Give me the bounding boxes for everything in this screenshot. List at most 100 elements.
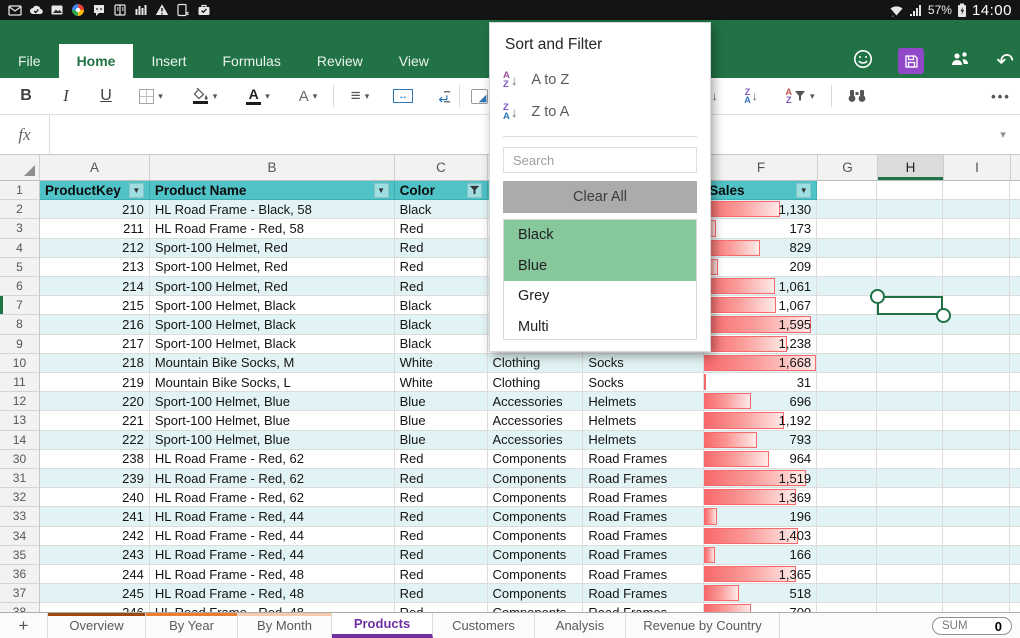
cell[interactable] <box>817 469 877 488</box>
cell-subcategory[interactable]: Helmets <box>583 411 704 430</box>
cell-sales[interactable]: 1,130 <box>704 200 817 219</box>
cell[interactable] <box>817 546 877 565</box>
filter-button[interactable]: AZ▾ <box>772 78 828 114</box>
column-header-G[interactable]: G <box>818 155 878 181</box>
row-header-36[interactable]: 36 <box>0 565 40 584</box>
underline-button[interactable]: U <box>88 78 124 114</box>
cell[interactable] <box>943 507 1010 526</box>
cell[interactable] <box>817 392 877 411</box>
cell[interactable] <box>877 411 943 430</box>
cell[interactable] <box>943 469 1010 488</box>
cell[interactable] <box>877 315 943 334</box>
cell[interactable] <box>943 200 1010 219</box>
cell-product-name[interactable]: Sport-100 Helmet, Red <box>150 239 395 258</box>
cell-color[interactable]: Red <box>395 488 488 507</box>
cell-productkey[interactable]: 244 <box>40 565 150 584</box>
cell-color[interactable]: Black <box>395 296 488 315</box>
cell-productkey[interactable]: 240 <box>40 488 150 507</box>
cell[interactable] <box>943 565 1010 584</box>
filter-item-black[interactable]: Black <box>504 220 696 251</box>
cell[interactable] <box>877 258 943 277</box>
cell-sales[interactable]: 964 <box>704 450 817 469</box>
cell[interactable] <box>943 546 1010 565</box>
cell-color[interactable]: Red <box>395 546 488 565</box>
sheet-tab-by-month[interactable]: By Month <box>238 613 332 638</box>
cell-color[interactable]: Red <box>395 450 488 469</box>
row-header-6[interactable]: 6 <box>0 277 40 296</box>
cell-sales[interactable]: 518 <box>704 584 817 603</box>
row-header-8[interactable]: 8 <box>0 315 40 334</box>
cell-subcategory[interactable]: Socks <box>583 354 704 373</box>
cell-product-name[interactable]: HL Road Frame - Red, 48 <box>150 584 395 603</box>
cell-subcategory[interactable]: Road Frames <box>583 603 704 612</box>
cell-product-name[interactable]: Sport-100 Helmet, Blue <box>150 392 395 411</box>
cell-category[interactable]: Components <box>488 527 584 546</box>
cell[interactable] <box>877 565 943 584</box>
row-header-5[interactable]: 5 <box>0 258 40 277</box>
ribbon-tab-view[interactable]: View <box>381 44 447 78</box>
sort-a-to-z-option[interactable]: AZ↓ A to Z <box>503 64 697 96</box>
row-header-13[interactable]: 13 <box>0 411 40 430</box>
cell-category[interactable]: Clothing <box>488 354 584 373</box>
cell-category[interactable]: Components <box>488 488 584 507</box>
cell-selection-outline[interactable] <box>877 296 943 315</box>
cell-sales[interactable]: 829 <box>704 239 817 258</box>
cell-color[interactable]: Red <box>395 469 488 488</box>
bold-button[interactable]: B <box>8 78 44 114</box>
cell-productkey[interactable]: 217 <box>40 335 150 354</box>
cell-productkey[interactable]: 245 <box>40 584 150 603</box>
cell-productkey[interactable]: 238 <box>40 450 150 469</box>
cell-color[interactable]: Black <box>395 335 488 354</box>
cell-product-name[interactable]: Sport-100 Helmet, Red <box>150 258 395 277</box>
sort-z-to-a-option[interactable]: ZA↓ Z to A <box>503 96 697 128</box>
cell[interactable] <box>943 219 1010 238</box>
selection-handle-top-left[interactable] <box>870 289 885 304</box>
cell[interactable] <box>817 258 877 277</box>
cell-product-name[interactable]: HL Road Frame - Black, 58 <box>150 200 395 219</box>
cell[interactable] <box>817 296 877 315</box>
cell[interactable] <box>943 239 1010 258</box>
cell-productkey[interactable]: 221 <box>40 411 150 430</box>
merge-cells-button[interactable]: ↔ <box>384 78 422 114</box>
cell[interactable] <box>817 239 877 258</box>
filter-dropdown-icon[interactable]: ▼ <box>374 183 389 198</box>
cell[interactable] <box>943 373 1010 392</box>
column-header-B[interactable]: B <box>150 155 395 181</box>
cell-color[interactable]: Red <box>395 565 488 584</box>
row-header-11[interactable]: 11 <box>0 373 40 392</box>
cell-productkey[interactable]: 242 <box>40 527 150 546</box>
cell-sales[interactable]: 793 <box>704 431 817 450</box>
cell[interactable] <box>877 450 943 469</box>
cell-product-name[interactable]: HL Road Frame - Red, 62 <box>150 450 395 469</box>
cell-productkey[interactable]: 215 <box>40 296 150 315</box>
cell-category[interactable]: Components <box>488 450 584 469</box>
filter-item-grey[interactable]: Grey <box>504 281 696 312</box>
cell-product-name[interactable]: Mountain Bike Socks, L <box>150 373 395 392</box>
cell-productkey[interactable]: 239 <box>40 469 150 488</box>
fill-color-button[interactable]: ▾ <box>180 78 230 114</box>
cell[interactable] <box>817 277 877 296</box>
cell-color[interactable]: White <box>395 373 488 392</box>
cell-product-name[interactable]: Sport-100 Helmet, Black <box>150 296 395 315</box>
cell-category[interactable]: Accessories <box>488 431 584 450</box>
cell[interactable] <box>877 546 943 565</box>
cell-sales[interactable]: 1,519 <box>704 469 817 488</box>
cell[interactable] <box>877 527 943 546</box>
more-options-button[interactable]: ••• <box>986 78 1016 114</box>
cell-product-name[interactable]: Sport-100 Helmet, Black <box>150 315 395 334</box>
row-header-7[interactable]: 7 <box>0 296 40 315</box>
cell-sales[interactable]: 1,403 <box>704 527 817 546</box>
cell[interactable] <box>877 603 943 612</box>
row-header-30[interactable]: 30 <box>0 450 40 469</box>
cell-color[interactable]: Red <box>395 277 488 296</box>
sheet-tab-customers[interactable]: Customers <box>433 613 535 638</box>
cell[interactable] <box>877 277 943 296</box>
row-header-31[interactable]: 31 <box>0 469 40 488</box>
sheet-tab-analysis[interactable]: Analysis <box>535 613 626 638</box>
cell[interactable] <box>943 488 1010 507</box>
header-cell-productkey[interactable]: ProductKey▼ <box>40 181 150 200</box>
filter-dropdown-icon[interactable]: ▼ <box>796 183 811 198</box>
sheet-tab-by-year[interactable]: By Year <box>146 613 238 638</box>
cell-category[interactable]: Accessories <box>488 411 584 430</box>
cell-sales[interactable]: 1,192 <box>704 411 817 430</box>
